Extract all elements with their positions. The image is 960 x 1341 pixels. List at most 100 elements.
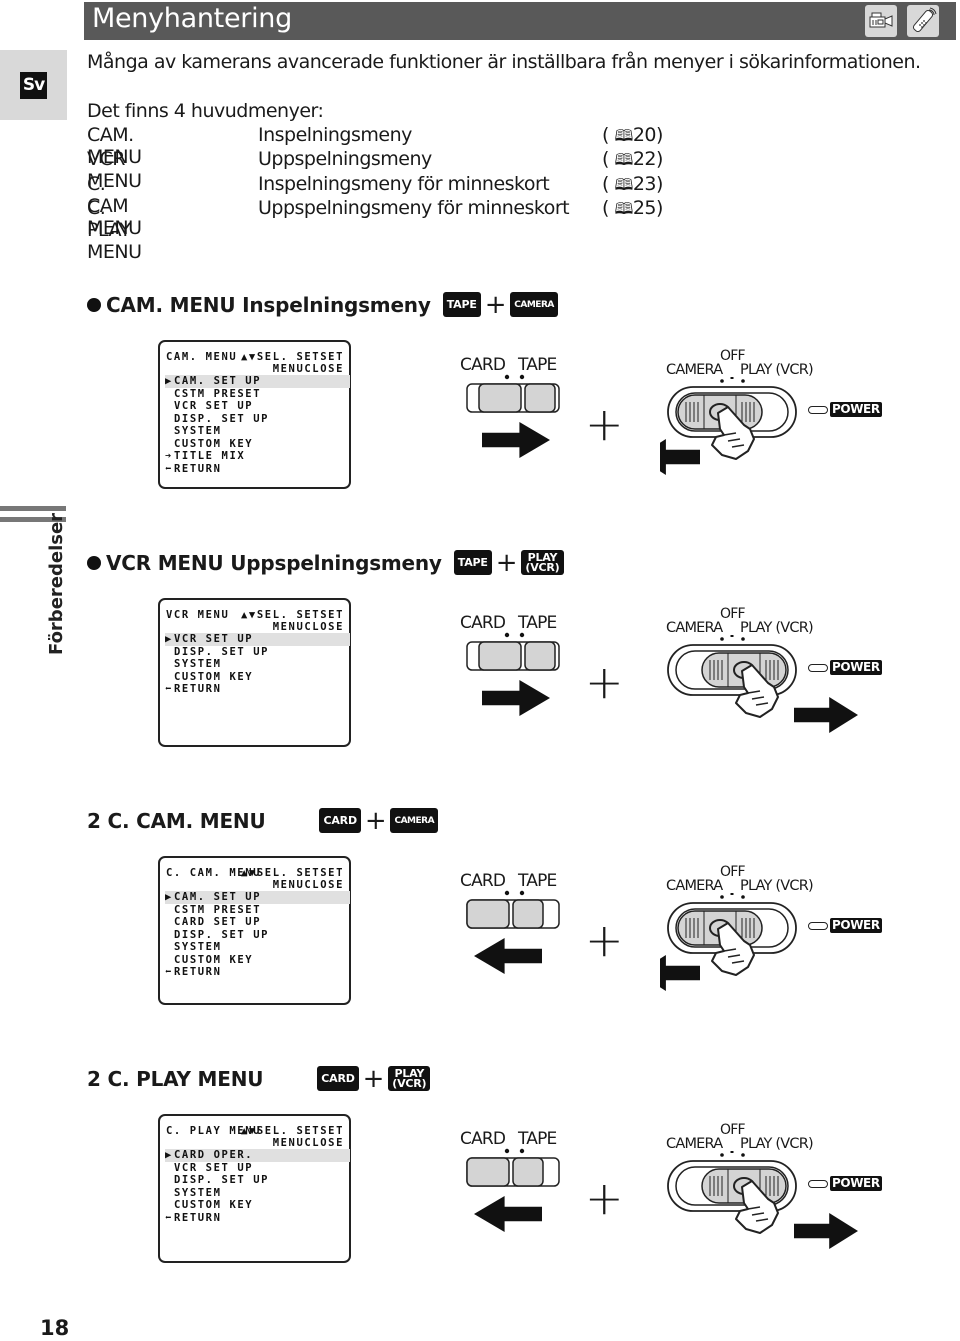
- position-dot: [504, 632, 510, 638]
- lcd-menu-item[interactable]: VCR SET UP: [165, 400, 350, 413]
- plus-sign: +: [364, 805, 387, 836]
- return-arrow-icon: ⬅: [165, 462, 173, 475]
- language-tab: Sv: [0, 50, 67, 120]
- lcd-sel-set-hint: ▲▼SEL. SETSET: [241, 609, 344, 621]
- arrow-left-icon: [474, 938, 542, 974]
- lcd-menu-item[interactable]: ▶ CAM. SET UP: [165, 375, 350, 388]
- lcd-menu-item[interactable]: CUSTOM KEY: [165, 671, 350, 684]
- position-dot: [720, 637, 724, 641]
- mode-badge-tape: TAPE: [442, 292, 481, 317]
- lcd-menu-item[interactable]: ⬅ RETURN: [165, 1212, 350, 1225]
- lcd-menu-title: VCR MENU: [166, 609, 230, 621]
- menu-name: C. PLAY MENU: [87, 196, 142, 263]
- power-led-icon: [808, 922, 828, 930]
- play-vcr-label: PLAY (VCR): [740, 362, 814, 378]
- cursor-icon: ▶: [165, 891, 173, 903]
- lcd-menu-item[interactable]: ▶ CARD OPER.: [165, 1149, 350, 1162]
- position-dot: [519, 890, 525, 896]
- lcd-menu-item[interactable]: ➔ TITLE MIX: [165, 450, 350, 463]
- badge-line: (VCR): [392, 1076, 427, 1090]
- card-label: CARD: [460, 613, 506, 633]
- power-switch-diagram: [667, 1151, 858, 1249]
- lcd-menu-title: CAM. MENU: [166, 351, 238, 363]
- camera-label: CAMERA: [666, 362, 723, 378]
- lcd-menu-item[interactable]: CUSTOM KEY: [165, 1199, 350, 1212]
- position-dot: [504, 374, 510, 380]
- lcd-item-label: CARD SET UP: [174, 916, 262, 928]
- plus-sign: +: [362, 1063, 385, 1094]
- tape-label: TAPE: [518, 1129, 557, 1149]
- lcd-menu-item[interactable]: ⬅ RETURN: [165, 463, 350, 476]
- power-switch-diagram: [660, 377, 797, 475]
- bullet-icon: [87, 555, 101, 570]
- position-dot: [741, 379, 745, 383]
- arrow-left-icon: [660, 955, 700, 991]
- lcd-item-label: CAM. SET UP: [174, 375, 262, 387]
- intro-text: Många av kamerans avancerade funktioner …: [87, 51, 921, 73]
- page-number: 18: [40, 1316, 70, 1340]
- mode-badge-play: PLAY (VCR): [521, 550, 564, 575]
- power-switch-diagram: [660, 893, 797, 991]
- mode-badge-card: CARD: [319, 808, 361, 833]
- cursor-icon: ▶: [165, 375, 173, 387]
- lcd-menu-item[interactable]: CUSTOM KEY: [165, 954, 350, 967]
- card-label: CARD: [460, 871, 506, 891]
- menu-lcd-screen: VCR MENU ▲▼SEL. SETSET MENUCLOSE ▶ VCR SET U…: [158, 598, 351, 747]
- lcd-item-label: RETURN: [174, 462, 222, 475]
- lcd-menu-item[interactable]: ⬅ RETURN: [165, 966, 350, 979]
- lcd-menu-item[interactable]: CSTM PRESET: [165, 904, 350, 917]
- lcd-item-label: SYSTEM: [174, 658, 222, 670]
- lcd-item-label: SYSTEM: [174, 1186, 222, 1199]
- card-label: CARD: [460, 1129, 506, 1149]
- plus-sign: +: [585, 655, 624, 709]
- lcd-menu-item[interactable]: ⬅ RETURN: [165, 683, 350, 696]
- lcd-menu-item[interactable]: SYSTEM: [165, 425, 350, 438]
- lcd-menu-item[interactable]: CARD SET UP: [165, 916, 350, 929]
- arrow-right-icon: [794, 1213, 858, 1249]
- position-dot: [504, 1148, 510, 1154]
- lcd-item-label: RETURN: [174, 1211, 222, 1224]
- section-title: CAM. MENU Inspelningsmeny: [106, 292, 431, 317]
- play-vcr-label: PLAY (VCR): [740, 878, 814, 894]
- switch-knob: [512, 1157, 544, 1187]
- switch-knob: [466, 899, 510, 929]
- lcd-item-label: CUSTOM KEY: [174, 437, 254, 450]
- position-dot: [519, 632, 525, 638]
- lcd-item-label: VCR SET UP: [174, 633, 254, 645]
- page-title: Menyhantering: [92, 3, 292, 34]
- return-arrow-icon: ⬅: [165, 683, 173, 695]
- lcd-menu-item[interactable]: DISP. SET UP: [165, 1174, 350, 1187]
- section-title: 2 C. PLAY MENU: [87, 1066, 264, 1091]
- lcd-item-label: CSTM PRESET: [174, 387, 262, 400]
- position-dot: [720, 379, 724, 383]
- mode-badge-camera: CAMERA: [510, 292, 558, 317]
- power-switch-diagram: [667, 635, 858, 733]
- lcd-menu-items: ▶ VCR SET UP DISP. SET UP SYSTEM CUSTOM KEY ⬅…: [165, 633, 350, 696]
- language-label: Sv: [20, 72, 47, 99]
- lcd-menu-item[interactable]: ▶ CAM. SET UP: [165, 891, 350, 904]
- return-arrow-icon: ⬅: [165, 966, 173, 978]
- play-vcr-label: PLAY (VCR): [740, 1136, 814, 1152]
- arrow-left-icon: [474, 1196, 542, 1232]
- lcd-menu-item[interactable]: SYSTEM: [165, 1187, 350, 1200]
- camcorder-icon: [865, 5, 897, 37]
- return-arrow-icon: ⬅: [165, 1211, 173, 1224]
- lcd-menu-item[interactable]: DISP. SET UP: [165, 646, 350, 659]
- switch-knob: [478, 641, 522, 671]
- lcd-item-label: SYSTEM: [174, 425, 222, 437]
- menu-lcd-screen: CAM. MENU ▲▼SEL. SETSET MENUCLOSE ▶ CAM. SET…: [158, 340, 351, 489]
- lcd-menu-item[interactable]: CSTM PRESET: [165, 388, 350, 401]
- lcd-menu-item[interactable]: CUSTOM KEY: [165, 438, 350, 451]
- power-led-icon: [808, 1180, 828, 1188]
- lcd-menu-item[interactable]: DISP. SET UP: [165, 413, 350, 426]
- lcd-item-label: CAM. SET UP: [174, 891, 262, 903]
- section-title: VCR MENU Uppspelningsmeny: [106, 550, 442, 575]
- section-title: 2 C. CAM. MENU: [87, 808, 266, 833]
- lcd-menu-item[interactable]: ▶ VCR SET UP: [165, 633, 350, 646]
- page-reference: ( 🕮25): [602, 197, 663, 225]
- lcd-menu-item[interactable]: DISP. SET UP: [165, 929, 350, 942]
- lcd-menu-item[interactable]: SYSTEM: [165, 658, 350, 671]
- lcd-menu-item[interactable]: VCR SET UP: [165, 1162, 350, 1175]
- lcd-menu-item[interactable]: SYSTEM: [165, 941, 350, 954]
- lcd-sel-set-hint: ▲▼SEL. SETSET: [241, 867, 344, 879]
